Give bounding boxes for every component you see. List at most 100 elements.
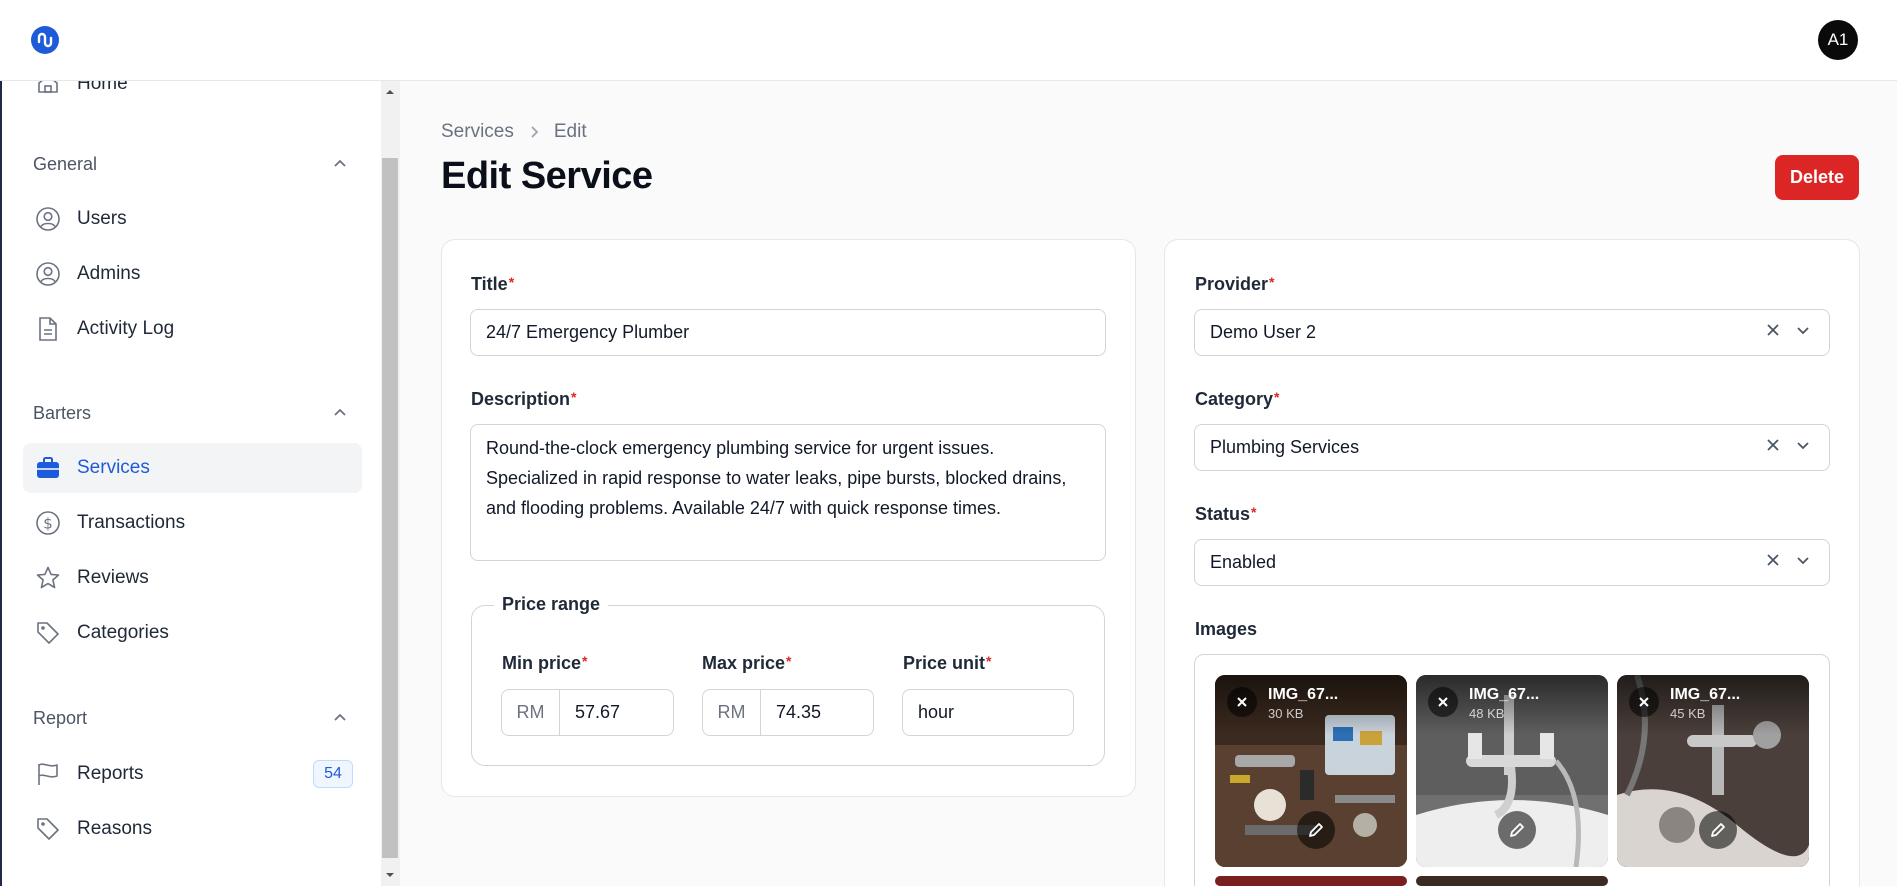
max-price-label: Max price* (702, 653, 792, 673)
sidebar-item-categories[interactable]: Categories (23, 608, 362, 658)
sidebar-item-reviews[interactable]: Reviews (23, 553, 362, 603)
sidebar-item-label: Categories (77, 622, 169, 643)
home-icon (33, 81, 63, 99)
max-price-input[interactable]: RM 74.35 (702, 689, 874, 736)
category-select-controls (1765, 437, 1811, 453)
breadcrumb-services-link[interactable]: Services (441, 121, 514, 143)
price-unit-label: Price unit* (903, 653, 992, 673)
sidebar-item-label: Transactions (77, 512, 186, 533)
currency-prefix: RM (703, 690, 761, 735)
app-logo-icon[interactable] (31, 26, 59, 54)
breadcrumb-current: Edit (553, 121, 587, 142)
title-input[interactable]: 24/7 Emergency Plumber (470, 309, 1106, 356)
category-select[interactable]: Plumbing Services (1194, 424, 1830, 471)
pencil-icon (1510, 823, 1524, 837)
close-icon (1639, 697, 1649, 707)
sidebar-item-label: Reports (77, 763, 144, 784)
sidebar: Home General Users Admins Activity Log B… (0, 81, 381, 886)
provider-select[interactable]: Demo User 2 (1194, 309, 1830, 356)
sidebar-scroll-thumb[interactable] (382, 158, 398, 858)
chevron-down-icon[interactable] (1795, 552, 1811, 568)
scroll-down-arrow-icon[interactable] (385, 870, 395, 880)
svg-text:$: $ (43, 515, 53, 533)
group-label-barters: Barters (33, 403, 92, 423)
edit-image-button[interactable] (1498, 811, 1536, 849)
edit-image-button[interactable] (1297, 811, 1335, 849)
remove-image-button[interactable] (1428, 687, 1458, 717)
sidebar-item-label: Admins (77, 263, 141, 284)
sidebar-item-services[interactable]: Services (23, 443, 362, 493)
image-tile-partial[interactable] (1416, 876, 1608, 886)
user-avatar[interactable]: A1 (1818, 20, 1858, 60)
chevron-up-icon[interactable] (332, 710, 348, 726)
reports-count-badge: 54 (313, 760, 353, 788)
title-label: Title* (471, 274, 515, 294)
min-price-input[interactable]: RM 57.67 (501, 689, 674, 736)
sidebar-item-reasons[interactable]: Reasons (23, 804, 362, 854)
sidebar-item-label: Reasons (77, 818, 152, 839)
sidebar-item-activity-log[interactable]: Activity Log (23, 304, 362, 354)
sidebar-item-label: Users (77, 208, 127, 229)
sidebar-item-label: Activity Log (77, 318, 175, 339)
page-title: Edit Service (441, 155, 653, 197)
status-label: Status* (1195, 504, 1257, 524)
edit-image-button[interactable] (1699, 811, 1737, 849)
user-circle-icon (33, 259, 63, 289)
min-price-label: Min price* (502, 653, 588, 673)
pencil-icon (1309, 823, 1323, 837)
currency-prefix: RM (502, 690, 560, 735)
max-price-value[interactable]: 74.35 (761, 690, 821, 735)
clear-x-icon[interactable] (1765, 552, 1781, 568)
sidebar-item-transactions[interactable]: $ Transactions (23, 498, 362, 548)
images-label: Images (1195, 619, 1258, 639)
pencil-icon (1711, 823, 1725, 837)
dollar-circle-icon: $ (33, 508, 63, 538)
user-circle-icon (33, 204, 63, 234)
chevron-down-icon[interactable] (1795, 322, 1811, 338)
chevron-down-icon[interactable] (1795, 437, 1811, 453)
image-filesize: 48 KB (1469, 706, 1505, 721)
description-label: Description* (471, 389, 577, 409)
tag-icon (33, 814, 63, 844)
sidebar-item-reports[interactable]: Reports (23, 749, 362, 799)
category-label: Category* (1195, 389, 1280, 409)
provider-label: Provider* (1195, 274, 1275, 294)
image-tile[interactable]: IMG_67... 30 KB (1215, 675, 1407, 867)
image-tile[interactable]: IMG_67... 45 KB (1617, 675, 1809, 867)
remove-image-button[interactable] (1629, 687, 1659, 717)
clear-x-icon[interactable] (1765, 437, 1781, 453)
image-tile[interactable]: IMG_67... 48 KB (1416, 675, 1608, 867)
sidebar-item-label: Home (77, 81, 128, 94)
sidebar-item-label: Services (77, 457, 150, 478)
chevron-up-icon[interactable] (332, 156, 348, 172)
close-icon (1237, 697, 1247, 707)
top-bar: A1 (0, 0, 1897, 81)
price-range-fieldset (471, 605, 1105, 766)
document-icon (33, 314, 63, 344)
image-tile-partial[interactable] (1215, 876, 1407, 886)
clear-x-icon[interactable] (1765, 322, 1781, 338)
scroll-up-arrow-icon[interactable] (385, 87, 395, 97)
price-range-legend: Price range (494, 594, 609, 615)
status-select-controls (1765, 552, 1811, 568)
min-price-value[interactable]: 57.67 (560, 690, 620, 735)
sidebar-item-home[interactable]: Home (23, 81, 362, 109)
image-filesize: 30 KB (1268, 706, 1304, 721)
close-icon (1438, 697, 1448, 707)
provider-select-controls (1765, 322, 1811, 338)
remove-image-button[interactable] (1227, 687, 1257, 717)
delete-button[interactable]: Delete (1775, 155, 1859, 200)
flag-icon (33, 759, 63, 789)
price-unit-input[interactable]: hour (902, 689, 1074, 736)
sidebar-item-users[interactable]: Users (23, 194, 362, 244)
briefcase-icon (33, 453, 63, 483)
sidebar-item-label: Reviews (77, 567, 149, 588)
image-filename: IMG_67... (1670, 686, 1741, 703)
description-textarea[interactable]: Round-the-clock emergency plumbing servi… (470, 424, 1106, 561)
status-select[interactable]: Enabled (1194, 539, 1830, 586)
sidebar-item-admins[interactable]: Admins (23, 249, 362, 299)
image-filesize: 45 KB (1670, 706, 1706, 721)
chevron-right-icon (531, 126, 539, 138)
image-filename: IMG_67... (1469, 686, 1540, 703)
chevron-up-icon[interactable] (332, 405, 348, 421)
